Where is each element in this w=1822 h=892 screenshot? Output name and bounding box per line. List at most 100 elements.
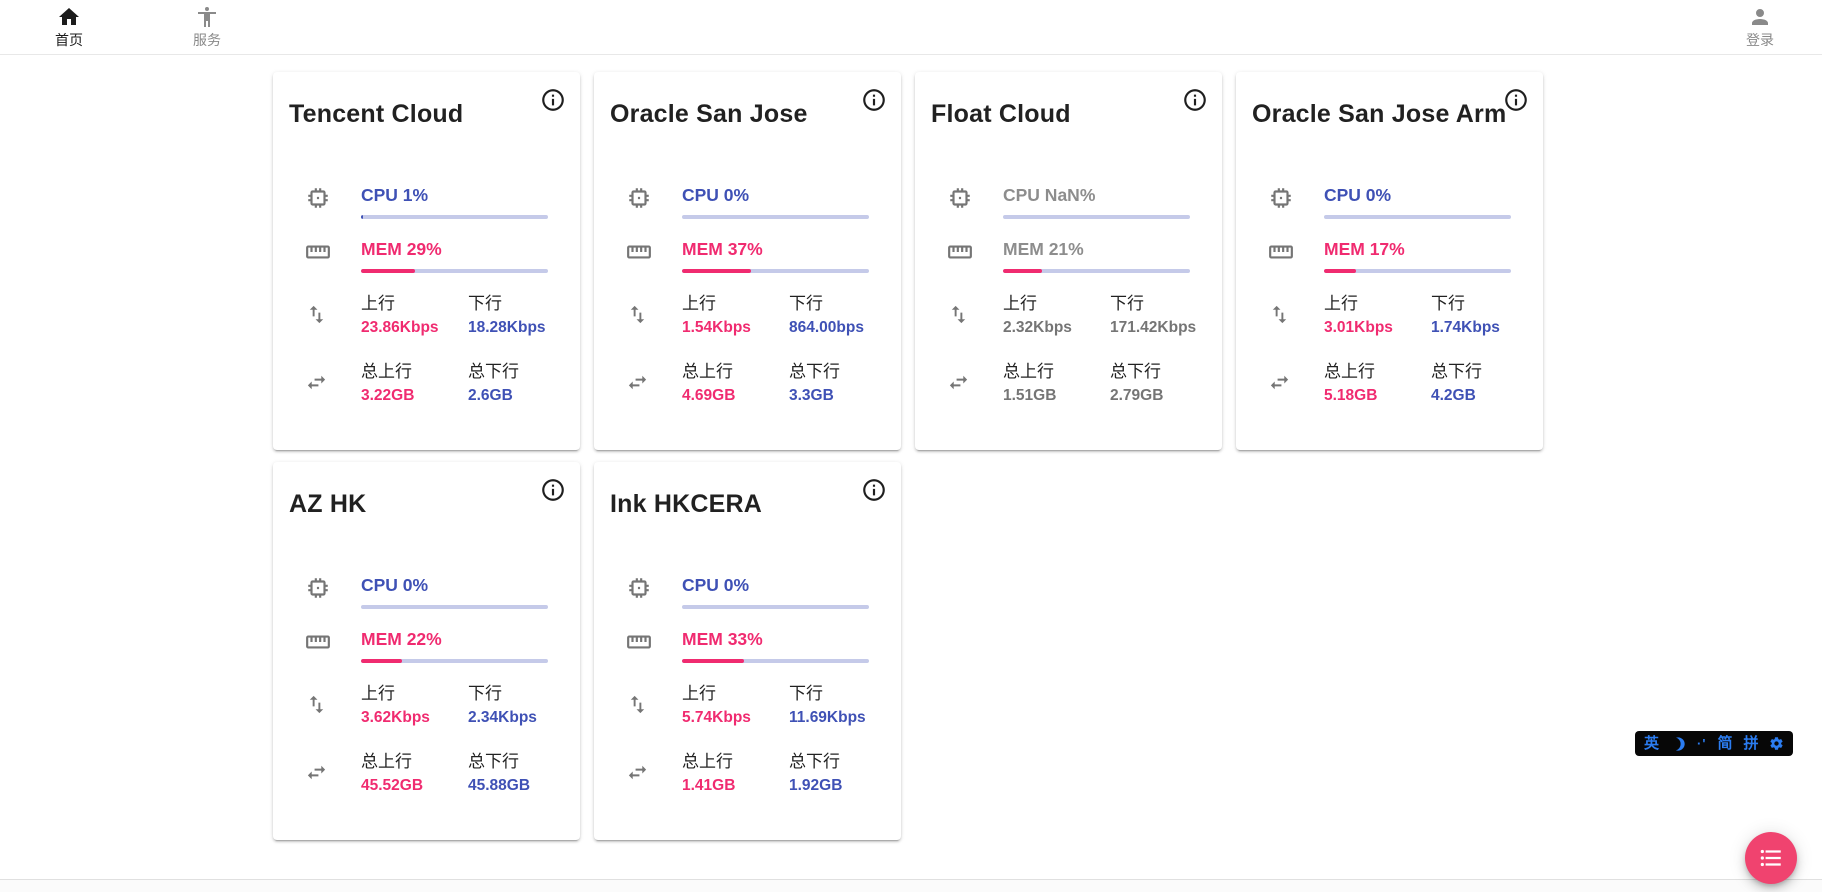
server-info-button[interactable] bbox=[861, 86, 889, 114]
mem-row: MEM 29% bbox=[289, 239, 564, 273]
upload-label: 上行 bbox=[361, 293, 468, 314]
upload-speed-value: 2.32Kbps bbox=[1003, 317, 1110, 339]
download-label: 下行 bbox=[789, 293, 869, 314]
server-stats: CPU 0% MEM 33% 上行 bbox=[610, 575, 885, 797]
network-speed-row: 上行 1.54Kbps 下行 864.00bps bbox=[610, 293, 885, 339]
swap-arrows-icon bbox=[305, 761, 328, 784]
server-info-button[interactable] bbox=[1182, 86, 1210, 114]
cpu-usage-label: CPU 0% bbox=[1324, 185, 1511, 206]
footer-strip bbox=[0, 879, 1822, 892]
download-speed-value: 2.34Kbps bbox=[468, 707, 548, 729]
server-info-button[interactable] bbox=[861, 476, 889, 504]
ime-language-toggle[interactable]: 英 bbox=[1644, 731, 1659, 756]
mem-progress-bar bbox=[361, 269, 548, 273]
server-info-button[interactable] bbox=[1503, 86, 1531, 114]
server-name: Oracle San Jose Arm bbox=[1252, 100, 1527, 129]
network-speed-row: 上行 23.86Kbps 下行 18.28Kbps bbox=[289, 293, 564, 339]
swap-arrows-icon bbox=[626, 371, 649, 394]
server-name: Tencent Cloud bbox=[289, 100, 564, 129]
total-download-label: 总下行 bbox=[1431, 361, 1511, 382]
total-download-value: 2.6GB bbox=[468, 385, 548, 407]
server-card: Tencent Cloud CPU 1% MEM 29% bbox=[273, 72, 580, 450]
total-download-label: 总下行 bbox=[789, 751, 869, 772]
upload-label: 上行 bbox=[361, 683, 468, 704]
cpu-usage-label: CPU NaN% bbox=[1003, 185, 1190, 206]
total-upload-value: 45.52GB bbox=[361, 775, 468, 797]
download-speed-value: 11.69Kbps bbox=[789, 707, 869, 729]
up-down-arrows-icon bbox=[626, 693, 649, 716]
total-download-value: 1.92GB bbox=[789, 775, 869, 797]
server-cards-grid: Tencent Cloud CPU 1% MEM 29% bbox=[273, 72, 1543, 840]
download-speed-value: 171.42Kbps bbox=[1110, 317, 1196, 339]
ime-pinyin-toggle[interactable]: 拼 bbox=[1743, 731, 1758, 756]
total-upload-label: 总上行 bbox=[682, 751, 789, 772]
ime-toolbar: 英 ·' 简 拼 bbox=[1635, 731, 1793, 756]
memory-ruler-icon bbox=[305, 239, 331, 265]
server-card: AZ HK CPU 0% MEM 22% bbox=[273, 462, 580, 840]
total-upload-label: 总上行 bbox=[361, 361, 468, 382]
mem-progress-bar bbox=[1003, 269, 1190, 273]
memory-ruler-icon bbox=[947, 239, 973, 265]
server-name: Ink HKCERA bbox=[610, 490, 885, 519]
server-info-button[interactable] bbox=[540, 86, 568, 114]
upload-speed-value: 23.86Kbps bbox=[361, 317, 468, 339]
upload-speed-value: 1.54Kbps bbox=[682, 317, 789, 339]
cpu-progress-bar bbox=[682, 605, 869, 609]
total-upload-label: 总上行 bbox=[1003, 361, 1110, 382]
mem-row: MEM 37% bbox=[610, 239, 885, 273]
cpu-row: CPU 0% bbox=[610, 575, 885, 609]
server-info-button[interactable] bbox=[540, 476, 568, 504]
download-speed-value: 1.74Kbps bbox=[1431, 317, 1511, 339]
server-name: Float Cloud bbox=[931, 100, 1206, 129]
info-icon bbox=[540, 477, 566, 503]
network-total-row: 总上行 4.69GB 总下行 3.3GB bbox=[610, 361, 885, 407]
upload-speed-value: 5.74Kbps bbox=[682, 707, 789, 729]
upload-label: 上行 bbox=[682, 293, 789, 314]
total-upload-label: 总上行 bbox=[361, 751, 468, 772]
info-icon bbox=[861, 477, 887, 503]
ime-simplified-toggle[interactable]: 简 bbox=[1717, 731, 1732, 756]
download-label: 下行 bbox=[468, 293, 548, 314]
nav-item-login[interactable]: 登录 bbox=[1732, 5, 1788, 50]
mem-usage-label: MEM 33% bbox=[682, 629, 869, 650]
cpu-progress-bar bbox=[361, 605, 548, 609]
nav-item-label: 服务 bbox=[193, 30, 221, 50]
memory-ruler-icon bbox=[626, 239, 652, 265]
cpu-usage-label: CPU 0% bbox=[682, 185, 869, 206]
up-down-arrows-icon bbox=[1268, 303, 1291, 326]
network-total-row: 总上行 3.22GB 总下行 2.6GB bbox=[289, 361, 564, 407]
cpu-row: CPU 0% bbox=[289, 575, 564, 609]
cpu-progress-fill bbox=[361, 215, 363, 219]
mem-progress-fill bbox=[1324, 269, 1356, 273]
cpu-usage-label: CPU 0% bbox=[361, 575, 548, 596]
server-stats: CPU 0% MEM 22% 上行 bbox=[289, 575, 564, 797]
server-list-fab[interactable] bbox=[1745, 832, 1797, 884]
mem-row: MEM 17% bbox=[1252, 239, 1527, 273]
cpu-chip-icon bbox=[1268, 185, 1294, 211]
mem-usage-label: MEM 37% bbox=[682, 239, 869, 260]
total-upload-value: 4.69GB bbox=[682, 385, 789, 407]
ime-settings-gear-icon[interactable] bbox=[1769, 736, 1784, 751]
download-label: 下行 bbox=[1431, 293, 1511, 314]
network-speed-row: 上行 5.74Kbps 下行 11.69Kbps bbox=[610, 683, 885, 729]
server-card: Float Cloud CPU NaN% MEM 21% bbox=[915, 72, 1222, 450]
info-icon bbox=[1503, 87, 1529, 113]
ime-punctuation-toggle[interactable]: ·' bbox=[1697, 731, 1706, 756]
nav-item-home[interactable]: 首页 bbox=[41, 5, 97, 50]
total-upload-label: 总上行 bbox=[1324, 361, 1431, 382]
total-download-label: 总下行 bbox=[468, 361, 548, 382]
mem-progress-bar bbox=[682, 659, 869, 663]
total-download-label: 总下行 bbox=[1110, 361, 1190, 382]
server-name: AZ HK bbox=[289, 490, 564, 519]
cpu-row: CPU NaN% bbox=[931, 185, 1206, 219]
cpu-chip-icon bbox=[626, 185, 652, 211]
nav-item-services[interactable]: 服务 bbox=[179, 5, 235, 50]
cpu-row: CPU 0% bbox=[610, 185, 885, 219]
ime-moon-icon[interactable] bbox=[1670, 736, 1686, 752]
cpu-usage-label: CPU 0% bbox=[682, 575, 869, 596]
total-upload-value: 3.22GB bbox=[361, 385, 468, 407]
info-icon bbox=[861, 87, 887, 113]
network-speed-row: 上行 3.01Kbps 下行 1.74Kbps bbox=[1252, 293, 1527, 339]
download-label: 下行 bbox=[1110, 293, 1196, 314]
cpu-chip-icon bbox=[626, 575, 652, 601]
